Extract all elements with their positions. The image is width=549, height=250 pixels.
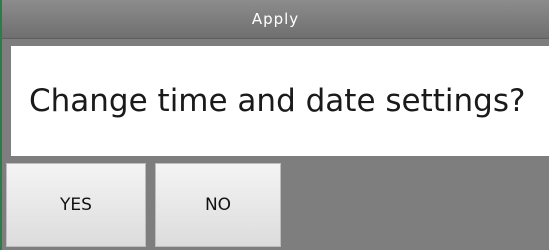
dialog-title: Apply [251,10,300,28]
apply-dialog: Apply Change time and date settings? YES… [0,0,549,250]
message-panel: Change time and date settings? [11,46,549,156]
confirmation-message: Change time and date settings? [29,83,526,119]
no-button[interactable]: NO [155,163,281,247]
yes-button[interactable]: YES [6,163,146,247]
title-bar: Apply [2,0,549,39]
